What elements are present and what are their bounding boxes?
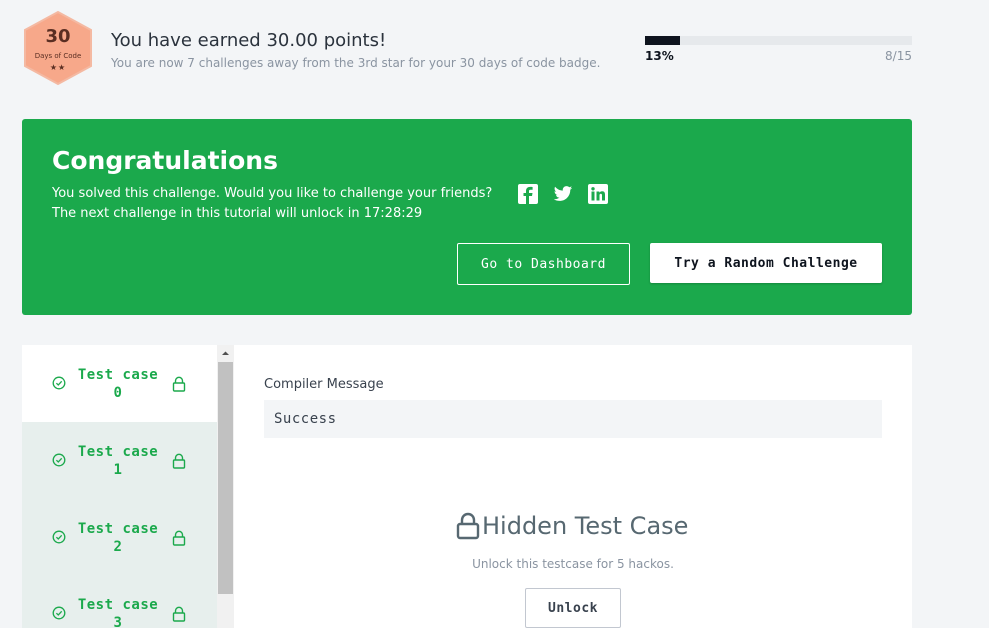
lock-icon <box>456 512 480 540</box>
badge-label: Days of Code <box>34 52 82 60</box>
facebook-icon[interactable] <box>518 184 538 204</box>
scroll-up-arrow-icon[interactable] <box>217 345 234 362</box>
test-case-item-0[interactable]: Test case 0 <box>22 345 217 422</box>
congratulations-banner: Congratulations You solved this challeng… <box>22 119 912 315</box>
check-circle-icon <box>52 530 66 544</box>
twitter-icon[interactable] <box>553 184 573 204</box>
lock-icon <box>172 530 186 546</box>
lock-icon <box>172 453 186 469</box>
test-case-item-2[interactable]: Test case 2 <box>22 499 217 576</box>
lock-icon <box>172 376 186 392</box>
test-case-label: Test case 2 <box>77 521 159 555</box>
linkedin-icon[interactable] <box>588 184 608 204</box>
next-challenge-timer: The next challenge in this tutorial will… <box>52 206 423 221</box>
progress-percent: 13% <box>645 49 674 63</box>
points-earned-subtitle: You are now 7 challenges away from the 3… <box>111 56 601 70</box>
test-case-label: Test case 0 <box>77 367 159 401</box>
scrollbar-thumb[interactable] <box>218 362 233 594</box>
go-to-dashboard-button[interactable]: Go to Dashboard <box>457 243 630 285</box>
test-case-list: Test case 0 Test case 1 Test case 2 Test ca… <box>22 345 234 628</box>
badge-stars: ★★ <box>49 63 67 72</box>
progress-count: 8/15 <box>885 49 912 63</box>
unlock-cost-text: Unlock this testcase for 5 hackos. <box>472 557 674 571</box>
check-circle-icon <box>52 376 66 390</box>
random-challenge-button[interactable]: Try a Random Challenge <box>650 243 882 283</box>
lock-icon <box>172 606 186 622</box>
check-circle-icon <box>52 606 66 620</box>
test-case-label: Test case 1 <box>77 444 159 478</box>
banner-title: Congratulations <box>52 146 278 175</box>
test-case-label: Test case 3 <box>77 597 159 628</box>
unlock-button[interactable]: Unlock <box>525 588 621 628</box>
badge-progress-bar <box>645 36 912 45</box>
check-circle-icon <box>52 453 66 467</box>
days-of-code-badge: 30 Days of Code ★★ <box>22 10 94 86</box>
test-case-item-1[interactable]: Test case 1 <box>22 422 217 499</box>
hidden-test-case-title: Hidden Test Case <box>482 512 689 540</box>
compiler-message-value: Success <box>274 411 337 427</box>
badge-progress-fill <box>645 36 680 45</box>
compiler-message-label: Compiler Message <box>264 377 384 392</box>
test-case-item-3[interactable]: Test case 3 <box>22 576 217 628</box>
banner-message: You solved this challenge. Would you lik… <box>52 186 493 201</box>
test-result-panel: Compiler Message Success Hidden Test Cas… <box>234 345 912 628</box>
badge-number: 30 <box>45 26 71 47</box>
points-earned-title: You have earned 30.00 points! <box>111 30 387 51</box>
compiler-message-box: Success <box>264 400 882 438</box>
